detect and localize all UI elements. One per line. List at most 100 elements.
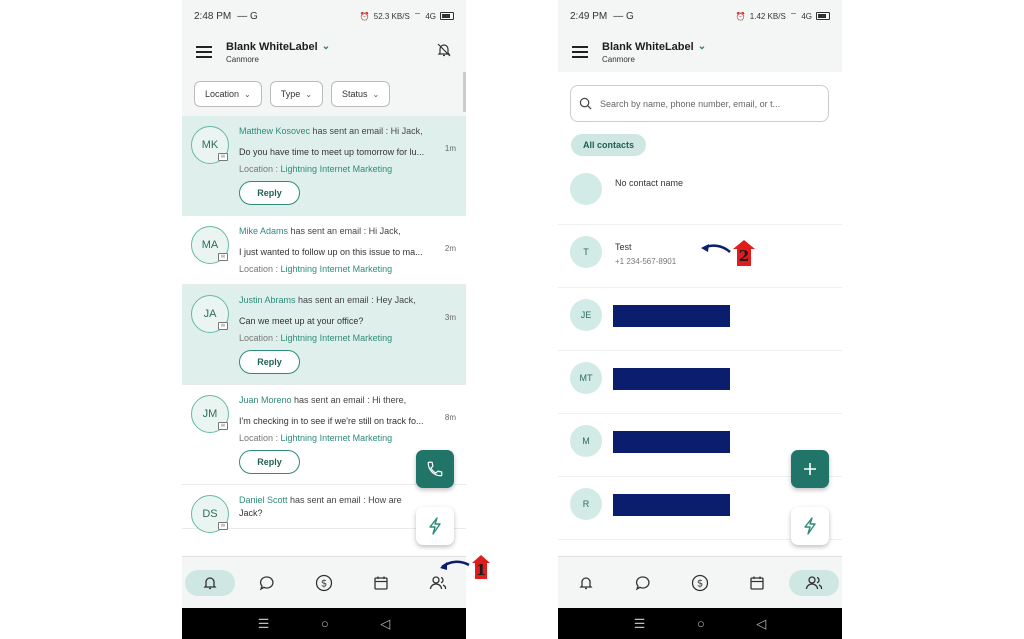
avatar-initials: MK <box>201 139 219 151</box>
account-switcher[interactable]: Blank WhiteLabel ⌄ Canmore <box>602 41 706 64</box>
sender-name[interactable]: Matthew Kosovec <box>239 126 310 136</box>
nav-calendar[interactable] <box>732 570 782 596</box>
quick-action-button[interactable] <box>791 507 829 545</box>
bell-off-icon[interactable] <box>436 42 452 62</box>
contact-search[interactable] <box>570 85 829 122</box>
back-icon[interactable]: ◁ <box>756 616 766 632</box>
nav-calendar[interactable] <box>356 570 406 596</box>
feed-body: I'm checking in to see if we're still on… <box>239 416 424 426</box>
nav-notifications[interactable] <box>561 570 611 596</box>
feed-item[interactable]: MK ✉ Matthew Kosovec has sent an email : … <box>182 116 466 216</box>
reply-button[interactable]: Reply <box>239 181 300 205</box>
filter-type[interactable]: Type ⌄ <box>269 81 323 107</box>
bottom-nav: $ <box>182 556 466 608</box>
search-icon <box>579 97 592 110</box>
nav-payments[interactable]: $ <box>675 570 725 596</box>
all-contacts-chip[interactable]: All contacts <box>571 134 647 156</box>
chevron-down-icon: ⌄ <box>697 41 707 52</box>
recent-apps-icon[interactable]: ☰ <box>258 616 270 632</box>
avatar-initials: DS <box>202 508 218 520</box>
account-switcher[interactable]: Blank WhiteLabel ⌄ Canmore <box>226 41 330 64</box>
avatar-initials: JA <box>203 308 217 320</box>
location-link[interactable]: Lightning Internet Marketing <box>281 433 393 443</box>
contact-row[interactable]: JE <box>558 288 842 351</box>
calendar-icon <box>374 576 388 590</box>
bolt-icon <box>804 517 816 535</box>
location-link[interactable]: Lightning Internet Marketing <box>281 164 393 174</box>
filter-bar: Location ⌄ Type ⌄ Status ⌄ <box>182 72 466 116</box>
reply-button[interactable]: Reply <box>239 350 300 374</box>
filter-location[interactable]: Location ⌄ <box>194 81 262 107</box>
call-button[interactable] <box>416 450 454 488</box>
avatar: T <box>570 236 602 268</box>
nav-notifications[interactable] <box>185 569 236 596</box>
scrollbar[interactable] <box>463 72 466 112</box>
filter-label: Status <box>341 89 368 99</box>
feed-time: 3m <box>444 313 456 322</box>
filter-label: Type <box>280 89 301 99</box>
menu-icon[interactable] <box>196 46 212 58</box>
quick-action-button[interactable] <box>416 507 454 545</box>
contact-row[interactable]: MT <box>558 351 842 414</box>
sender-name[interactable]: Juan Moreno <box>239 395 292 405</box>
avatar: JM ✉ <box>191 395 229 433</box>
nav-payments[interactable]: $ <box>299 570 349 596</box>
menu-icon[interactable] <box>572 46 588 58</box>
avatar: JE <box>570 299 602 331</box>
feed-body: Do you have time to meet up tomorrow for… <box>239 147 425 157</box>
contact-row[interactable]: No contact name <box>558 162 842 225</box>
add-contact-button[interactable] <box>791 450 829 488</box>
phone-screen-notifications: 2:48 PM — G ⏰ 52.3 KB/S ⌔ 4G Blank White… <box>182 0 466 639</box>
nav-conversations[interactable] <box>242 570 292 596</box>
alarm-icon: ⏰ <box>735 11 746 21</box>
network-speed: 1.42 KB/S <box>749 11 786 21</box>
dollar-icon: $ <box>691 574 709 591</box>
wifi-icon: ⌔ <box>413 11 422 20</box>
redaction-box <box>613 368 730 390</box>
feed-body: I just wanted to follow up on this issue… <box>239 247 423 257</box>
chevron-down-icon: ⌄ <box>321 41 331 52</box>
sender-name[interactable]: Daniel Scott <box>239 495 288 505</box>
feed-time: 1m <box>444 144 456 153</box>
account-name: Blank WhiteLabel <box>226 40 318 53</box>
signal-label: 4G <box>425 11 436 21</box>
feed-item[interactable]: MA ✉ Mike Adams has sent an email : Hi Ja… <box>182 216 466 285</box>
search-input[interactable] <box>600 98 820 109</box>
avatar: MT <box>570 362 602 394</box>
filter-status[interactable]: Status ⌄ <box>330 81 391 107</box>
nav-contacts[interactable] <box>788 569 839 596</box>
status-extra: — G <box>237 10 258 22</box>
feed-body: Jack? <box>239 508 263 518</box>
battery-icon <box>440 12 454 20</box>
email-icon: ✉ <box>218 522 228 530</box>
location-link[interactable]: Lightning Internet Marketing <box>281 333 393 343</box>
svg-text:$: $ <box>321 578 327 589</box>
status-time: 2:48 PM <box>194 10 232 22</box>
avatar: MK ✉ <box>191 126 229 164</box>
arrow-icon <box>440 555 490 579</box>
status-bar: 2:48 PM — G ⏰ 52.3 KB/S ⌔ 4G <box>182 0 466 32</box>
back-icon[interactable]: ◁ <box>380 616 390 632</box>
sender-name[interactable]: Justin Abrams <box>239 295 296 305</box>
location-link[interactable]: Lightning Internet Marketing <box>281 264 393 274</box>
home-icon[interactable]: ○ <box>321 616 329 631</box>
feed-item[interactable]: JA ✉ Justin Abrams has sent an email : He… <box>182 285 466 385</box>
chat-icon <box>636 575 650 590</box>
avatar-initials: JM <box>202 408 218 420</box>
avatar: JA ✉ <box>191 295 229 333</box>
status-icons: ⏰ 1.42 KB/S ⌔ 4G <box>736 11 830 21</box>
avatar-initials: MA <box>201 239 219 251</box>
nav-conversations[interactable] <box>618 570 668 596</box>
network-speed: 52.3 KB/S <box>373 11 410 21</box>
signal-label: 4G <box>801 11 812 21</box>
reply-button[interactable]: Reply <box>239 450 300 474</box>
alarm-icon: ⏰ <box>359 11 370 21</box>
svg-text:$: $ <box>697 578 703 589</box>
feed-action: has sent an email : Hey Jack, <box>295 295 416 305</box>
home-icon[interactable]: ○ <box>697 616 705 631</box>
recent-apps-icon[interactable]: ☰ <box>634 616 646 632</box>
sender-name[interactable]: Mike Adams <box>239 226 288 236</box>
avatar-initials: R <box>582 499 590 509</box>
avatar: MA ✉ <box>191 226 229 264</box>
status-bar: 2:49 PM — G ⏰ 1.42 KB/S ⌔ 4G <box>558 0 842 32</box>
